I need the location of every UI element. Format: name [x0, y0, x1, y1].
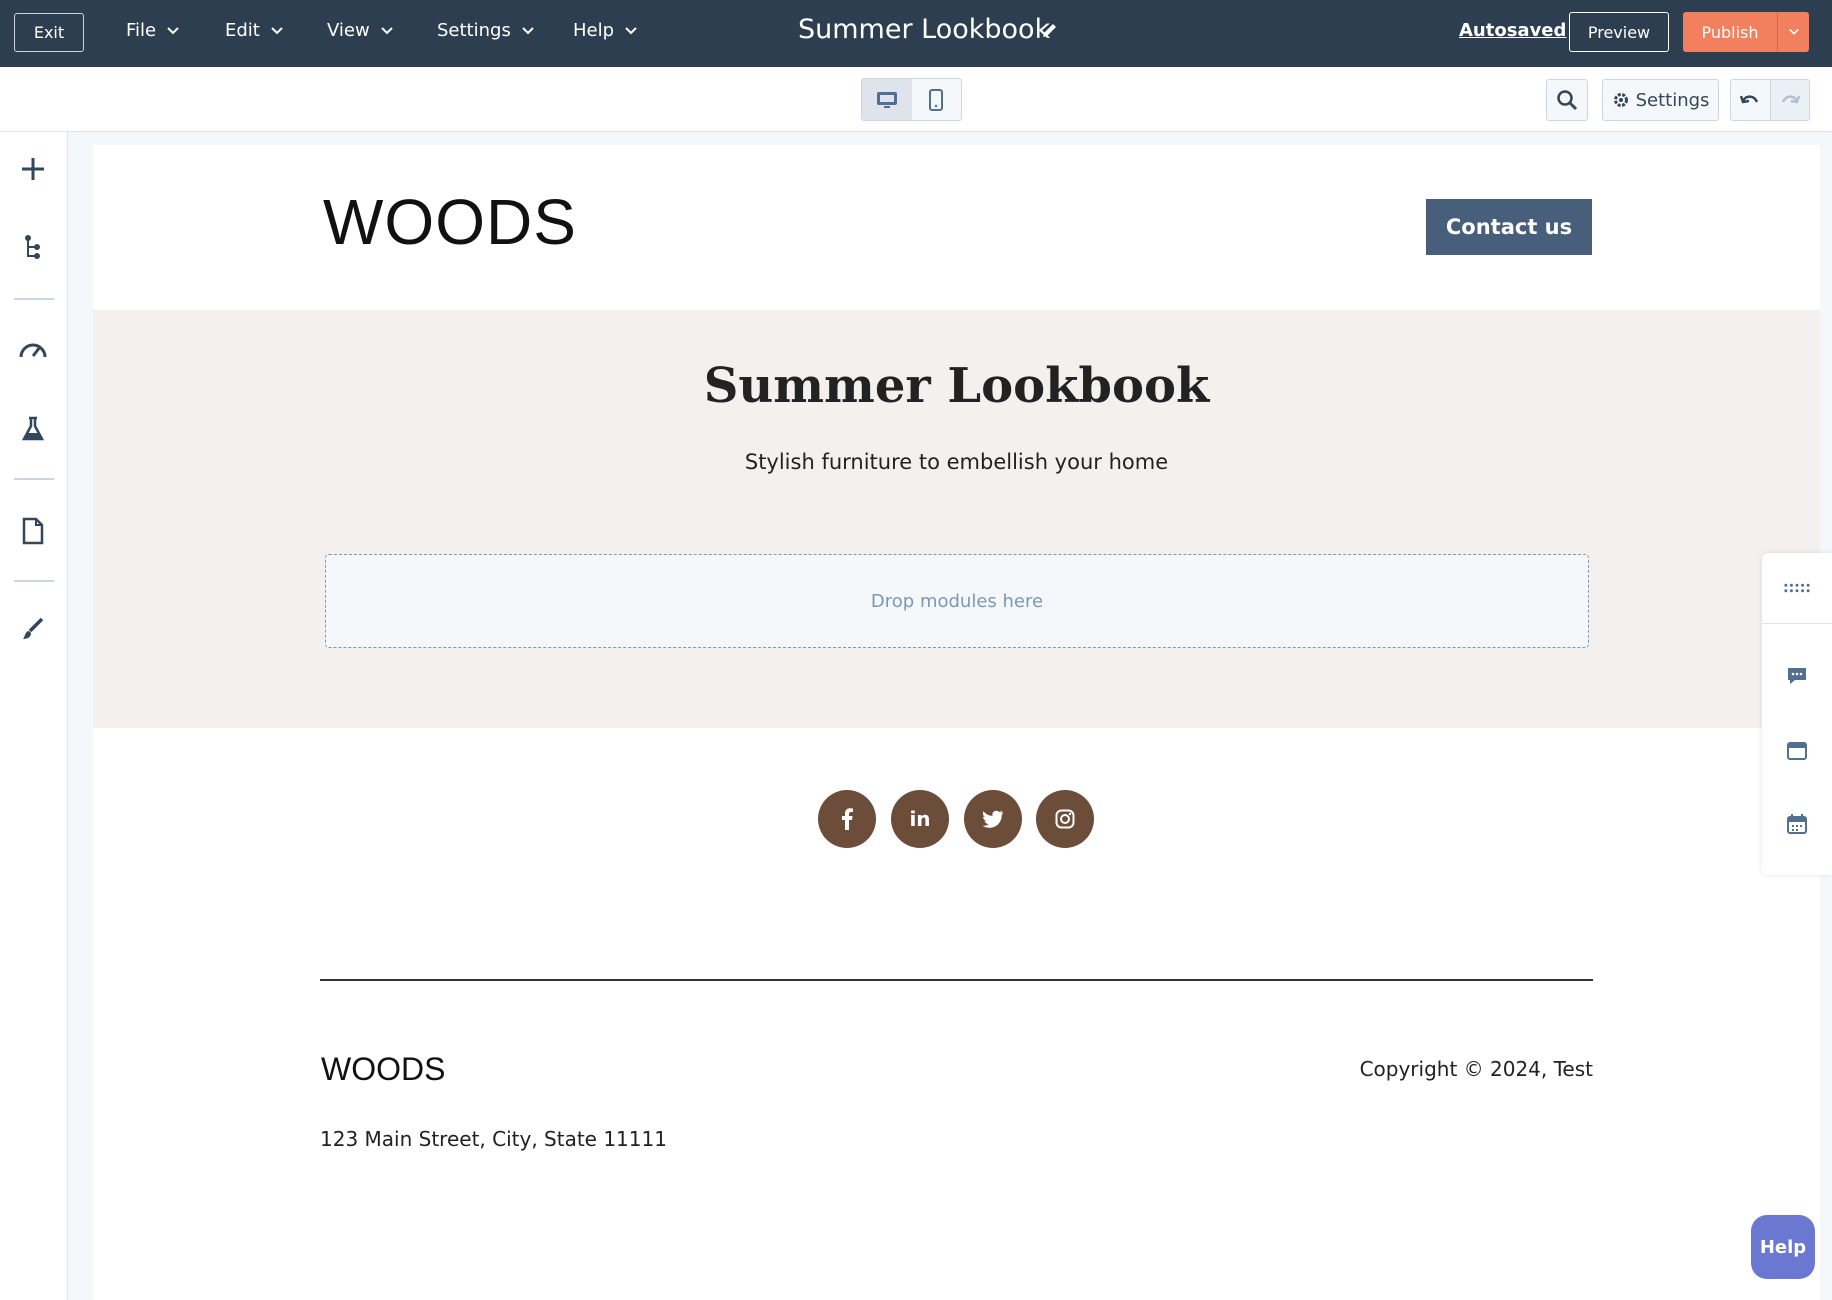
search-icon	[1557, 90, 1578, 111]
page-settings-button[interactable]	[18, 516, 48, 546]
window-icon	[1787, 742, 1807, 760]
gauge-icon	[19, 343, 47, 358]
hero-section[interactable]: Summer Lookbook Stylish furniture to emb…	[93, 310, 1820, 728]
pencil-icon[interactable]	[1040, 20, 1060, 40]
brush-icon	[23, 617, 44, 639]
undo-redo-group	[1730, 79, 1810, 121]
chevron-down-icon	[522, 26, 534, 34]
facebook-icon	[842, 808, 853, 830]
chevron-down-icon	[271, 26, 283, 34]
divider	[14, 580, 54, 582]
left-sidebar	[0, 132, 68, 1300]
gear-icon	[1613, 93, 1628, 107]
mobile-view-button[interactable]	[912, 79, 962, 120]
undo-button[interactable]	[1731, 80, 1770, 120]
settings-menu-label: Settings	[437, 20, 511, 41]
twitter-icon	[982, 810, 1004, 828]
comments-button[interactable]	[1784, 663, 1810, 689]
preview-button[interactable]: Preview	[1569, 12, 1669, 52]
chevron-down-icon	[625, 26, 637, 34]
footer-logo[interactable]: WOODS	[321, 1051, 445, 1088]
help-chat-button[interactable]: Help	[1751, 1215, 1815, 1279]
address-text[interactable]: 123 Main Street, City, State 11111	[320, 1127, 667, 1151]
search-button[interactable]	[1546, 79, 1588, 121]
add-module-button[interactable]	[18, 154, 48, 184]
publish-options-button[interactable]	[1777, 12, 1809, 52]
publish-button[interactable]: Publish	[1683, 12, 1777, 52]
hero-subtitle[interactable]: Stylish furniture to embellish your home	[93, 450, 1820, 474]
linkedin-icon: in	[909, 807, 931, 831]
edit-menu[interactable]: Edit	[225, 20, 284, 41]
document-icon	[22, 517, 44, 545]
apps-button[interactable]	[1784, 575, 1810, 601]
mobile-icon	[929, 88, 944, 111]
site-logo[interactable]: WOODS	[323, 185, 577, 259]
settings-button-label: Settings	[1635, 89, 1710, 111]
facebook-link[interactable]	[818, 790, 876, 848]
chat-icon	[1788, 668, 1806, 684]
design-button[interactable]	[18, 614, 48, 644]
file-menu-label: File	[126, 20, 157, 41]
redo-icon	[1781, 95, 1800, 104]
calendar-icon	[1787, 814, 1807, 834]
flask-icon	[21, 416, 45, 441]
layers-button[interactable]	[18, 232, 48, 262]
tree-icon	[25, 235, 40, 259]
file-menu[interactable]: File	[126, 20, 180, 41]
page-title: Summer Lookbook	[798, 14, 1051, 45]
exit-button[interactable]: Exit	[14, 13, 84, 52]
plus-icon	[22, 158, 44, 180]
chevron-down-icon	[1788, 28, 1799, 35]
edit-menu-label: Edit	[225, 20, 260, 41]
calendar-button[interactable]	[1784, 811, 1810, 837]
copyright-text[interactable]: Copyright © 2024, Test	[1293, 1057, 1593, 1081]
twitter-link[interactable]	[964, 790, 1022, 848]
divider	[1762, 623, 1832, 624]
help-menu-label: Help	[573, 20, 615, 41]
autosaved-link[interactable]: Autosaved	[1459, 20, 1566, 41]
redo-button[interactable]	[1769, 80, 1809, 120]
view-menu-label: View	[327, 20, 370, 41]
right-tools-rail	[1762, 553, 1832, 875]
help-menu[interactable]: Help	[573, 20, 638, 41]
drop-modules-zone[interactable]: Drop modules here	[325, 554, 1589, 648]
divider	[14, 478, 54, 480]
site-header[interactable]: WOODS Contact us	[93, 145, 1820, 310]
settings-menu[interactable]: Settings	[437, 20, 535, 41]
device-preview-toggle	[861, 78, 962, 121]
footer-divider	[320, 979, 1593, 981]
instagram-icon	[1055, 809, 1075, 829]
page-canvas: WOODS Contact us Summer Lookbook Stylish…	[93, 145, 1820, 1300]
view-menu[interactable]: View	[327, 20, 394, 41]
instagram-link[interactable]	[1036, 790, 1094, 848]
desktop-icon	[876, 91, 897, 108]
top-navigation-bar: Exit File Edit View Settings Help Summer…	[0, 0, 1832, 67]
divider	[14, 298, 54, 300]
chevron-down-icon	[167, 26, 179, 34]
linkedin-link[interactable]: in	[891, 790, 949, 848]
test-button[interactable]	[18, 414, 48, 444]
editor-toolbar: Settings	[0, 67, 1832, 132]
chevron-down-icon	[381, 26, 393, 34]
contact-us-button[interactable]: Contact us	[1426, 199, 1592, 255]
grid-dots-icon	[1784, 583, 1810, 593]
preview-panel-button[interactable]	[1784, 738, 1810, 764]
hero-title[interactable]: Summer Lookbook	[93, 358, 1820, 414]
settings-button[interactable]: Settings	[1602, 79, 1719, 121]
desktop-view-button[interactable]	[862, 79, 912, 120]
undo-icon	[1740, 95, 1759, 104]
optimize-button[interactable]	[18, 334, 48, 364]
